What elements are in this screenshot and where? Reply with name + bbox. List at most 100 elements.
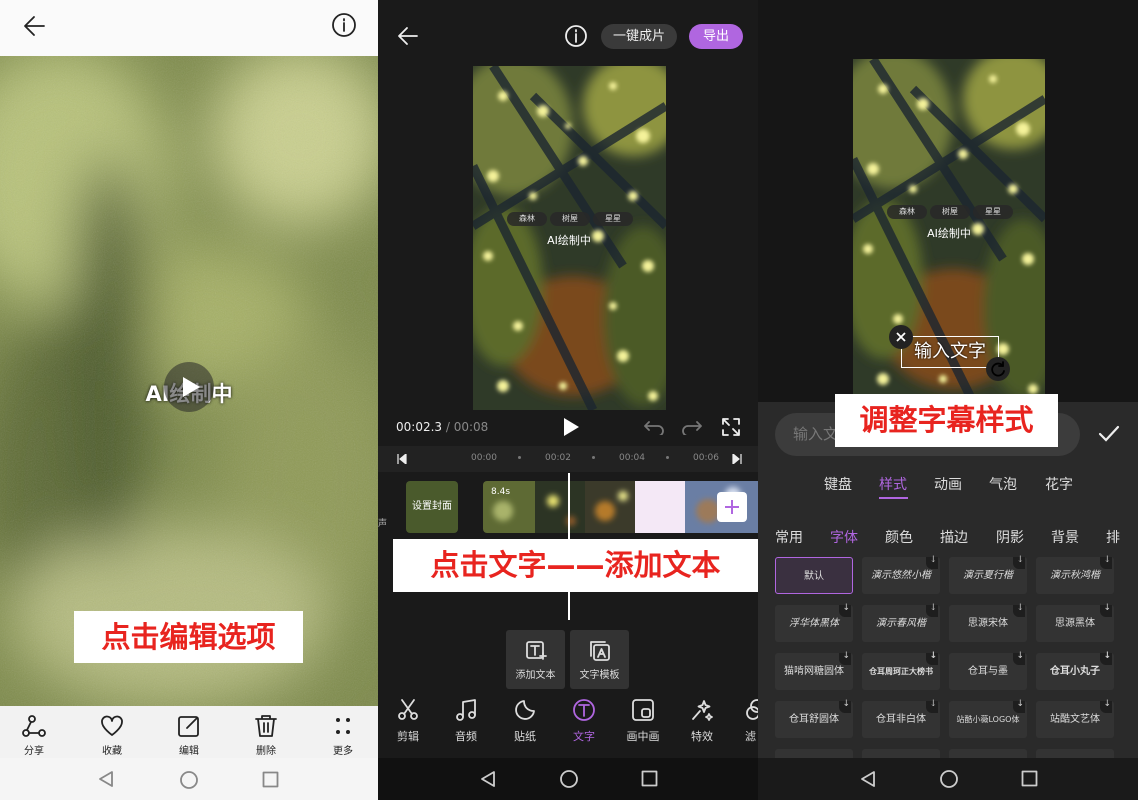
favorite-button[interactable]: 收藏 xyxy=(82,714,142,757)
font-tile[interactable]: 站酷小薇LOGO体 xyxy=(949,698,1027,738)
font-tile[interactable]: 仓耳非白体 xyxy=(862,698,940,738)
sticker-icon xyxy=(515,700,535,720)
font-tile[interactable]: 仓耳周珂正大榜书 xyxy=(862,650,940,690)
fullscreen-icon[interactable] xyxy=(721,417,741,437)
tab-style[interactable]: 样式 xyxy=(879,474,907,494)
scissors-icon xyxy=(398,699,418,720)
font-tile[interactable]: 仓耳小丸子 xyxy=(1036,650,1114,690)
subtab-background[interactable]: 背景 xyxy=(1051,527,1079,547)
back-arrow-icon[interactable] xyxy=(22,13,48,39)
video-preview[interactable]: 森林 树屋 星星 AI绘制中 xyxy=(473,66,666,410)
nav-home-icon[interactable] xyxy=(939,769,959,789)
tag-chip: 星星 xyxy=(593,212,633,226)
text-box[interactable]: 输入文字 xyxy=(901,336,999,368)
font-tile[interactable]: 演示悠然小楷 xyxy=(862,554,940,594)
clip-duration: 8.4s xyxy=(491,487,511,497)
font-tile-partial[interactable] xyxy=(1036,749,1114,758)
font-tile[interactable]: 猫啃网糖圆体 xyxy=(775,650,853,690)
info-icon[interactable] xyxy=(564,24,588,48)
nav-home-icon[interactable] xyxy=(179,770,199,790)
font-tile-selected[interactable]: 默认 xyxy=(775,557,853,594)
font-name: 浮华体黑体 xyxy=(789,618,839,629)
font-tile[interactable]: 仓耳与墨 xyxy=(949,650,1027,690)
close-icon xyxy=(896,332,906,342)
text-template-button[interactable]: 文字模板 xyxy=(570,630,629,689)
one-click-button[interactable]: 一键成片 xyxy=(601,24,677,49)
tab-bubble[interactable]: 气泡 xyxy=(989,474,1017,494)
nav-recents-icon[interactable] xyxy=(641,770,658,787)
nav-back-icon[interactable] xyxy=(97,770,115,788)
export-button[interactable]: 导出 xyxy=(689,24,743,49)
font-tile[interactable]: 演示夏行楷 xyxy=(949,554,1027,594)
add-text-label: 添加文本 xyxy=(515,670,556,681)
font-name: 思源黑体 xyxy=(1055,618,1095,629)
delete-button[interactable]: 删除 xyxy=(236,714,296,757)
play-button[interactable] xyxy=(164,362,214,412)
nav-recents-icon[interactable] xyxy=(262,771,279,788)
subtab-common[interactable]: 常用 xyxy=(775,527,803,547)
download-icon xyxy=(926,602,938,617)
tab-keyboard[interactable]: 键盘 xyxy=(824,474,852,494)
set-cover-button[interactable]: 设置封面 xyxy=(406,481,458,533)
font-tile[interactable]: 演示秋鸿楷 xyxy=(1036,554,1114,594)
font-tile[interactable]: 仓耳舒圆体 xyxy=(775,698,853,738)
tab-fancy-text[interactable]: 花字 xyxy=(1045,474,1073,494)
more-icon xyxy=(336,718,350,734)
time-separator: / xyxy=(442,420,454,434)
font-tile[interactable]: 思源宋体 xyxy=(949,602,1027,642)
redo-icon[interactable] xyxy=(682,419,702,435)
audio-track-label: 声 xyxy=(378,519,388,529)
system-nav-bar xyxy=(378,758,758,800)
edit-button[interactable]: 编辑 xyxy=(159,714,219,757)
video-preview[interactable]: AI绘制中 xyxy=(0,56,378,706)
text-icon xyxy=(573,699,595,721)
font-tile[interactable]: 思源黑体 xyxy=(1036,602,1114,642)
share-button[interactable]: 分享 xyxy=(4,714,64,757)
subtab-layout[interactable]: 排 xyxy=(1106,527,1120,547)
confirm-check-icon[interactable] xyxy=(1098,424,1120,444)
undo-icon[interactable] xyxy=(644,419,664,435)
font-tile[interactable]: 演示春风楷 xyxy=(862,602,940,642)
font-tile-partial[interactable] xyxy=(949,749,1027,758)
font-tile[interactable]: 浮华体黑体 xyxy=(775,602,853,642)
plus-icon xyxy=(725,500,739,514)
share-icon xyxy=(22,715,46,737)
delete-text-button[interactable] xyxy=(889,325,913,349)
font-tile[interactable]: 站酷文艺体 xyxy=(1036,698,1114,738)
font-tile-partial[interactable] xyxy=(862,749,940,758)
skip-start-icon[interactable] xyxy=(397,454,407,464)
download-icon xyxy=(839,650,851,665)
font-tile-partial[interactable] xyxy=(775,749,853,758)
subtab-shadow[interactable]: 阴影 xyxy=(996,527,1024,547)
nav-recents-icon[interactable] xyxy=(1021,770,1038,787)
font-name: 仓耳周珂正大榜书 xyxy=(869,667,933,676)
info-icon[interactable] xyxy=(331,12,357,38)
effects-icon xyxy=(692,700,713,721)
subtab-stroke[interactable]: 描边 xyxy=(940,527,968,547)
timeline-ruler[interactable]: 00:00 00:02 00:04 00:06 xyxy=(378,446,758,472)
add-clip-button[interactable] xyxy=(717,492,747,522)
share-label: 分享 xyxy=(24,746,44,757)
rotate-text-handle[interactable] xyxy=(986,357,1010,381)
add-text-button[interactable]: 添加文本 xyxy=(506,630,565,689)
ruler-tick xyxy=(666,456,669,459)
back-arrow-icon[interactable] xyxy=(396,24,420,48)
add-text-icon xyxy=(525,641,547,660)
tool-filter[interactable]: 滤 xyxy=(717,698,758,744)
tab-animation[interactable]: 动画 xyxy=(934,474,962,494)
nav-back-icon[interactable] xyxy=(479,770,497,788)
tool-label: 滤 xyxy=(745,730,756,743)
font-name: 仓耳小丸子 xyxy=(1050,666,1100,677)
nav-home-icon[interactable] xyxy=(559,769,579,789)
download-icon xyxy=(1013,698,1025,713)
subtab-color[interactable]: 颜色 xyxy=(885,527,913,547)
pip-icon xyxy=(632,699,654,721)
system-nav-bar xyxy=(0,758,378,800)
video-preview[interactable]: 森林 树屋 星星 AI绘制中 输入文字 xyxy=(853,59,1045,402)
play-button[interactable] xyxy=(561,417,581,437)
tag-chip: 树屋 xyxy=(550,212,590,226)
subtab-font[interactable]: 字体 xyxy=(830,527,858,547)
skip-end-icon[interactable] xyxy=(732,454,742,464)
more-button[interactable]: 更多 xyxy=(313,714,373,757)
nav-back-icon[interactable] xyxy=(859,770,877,788)
